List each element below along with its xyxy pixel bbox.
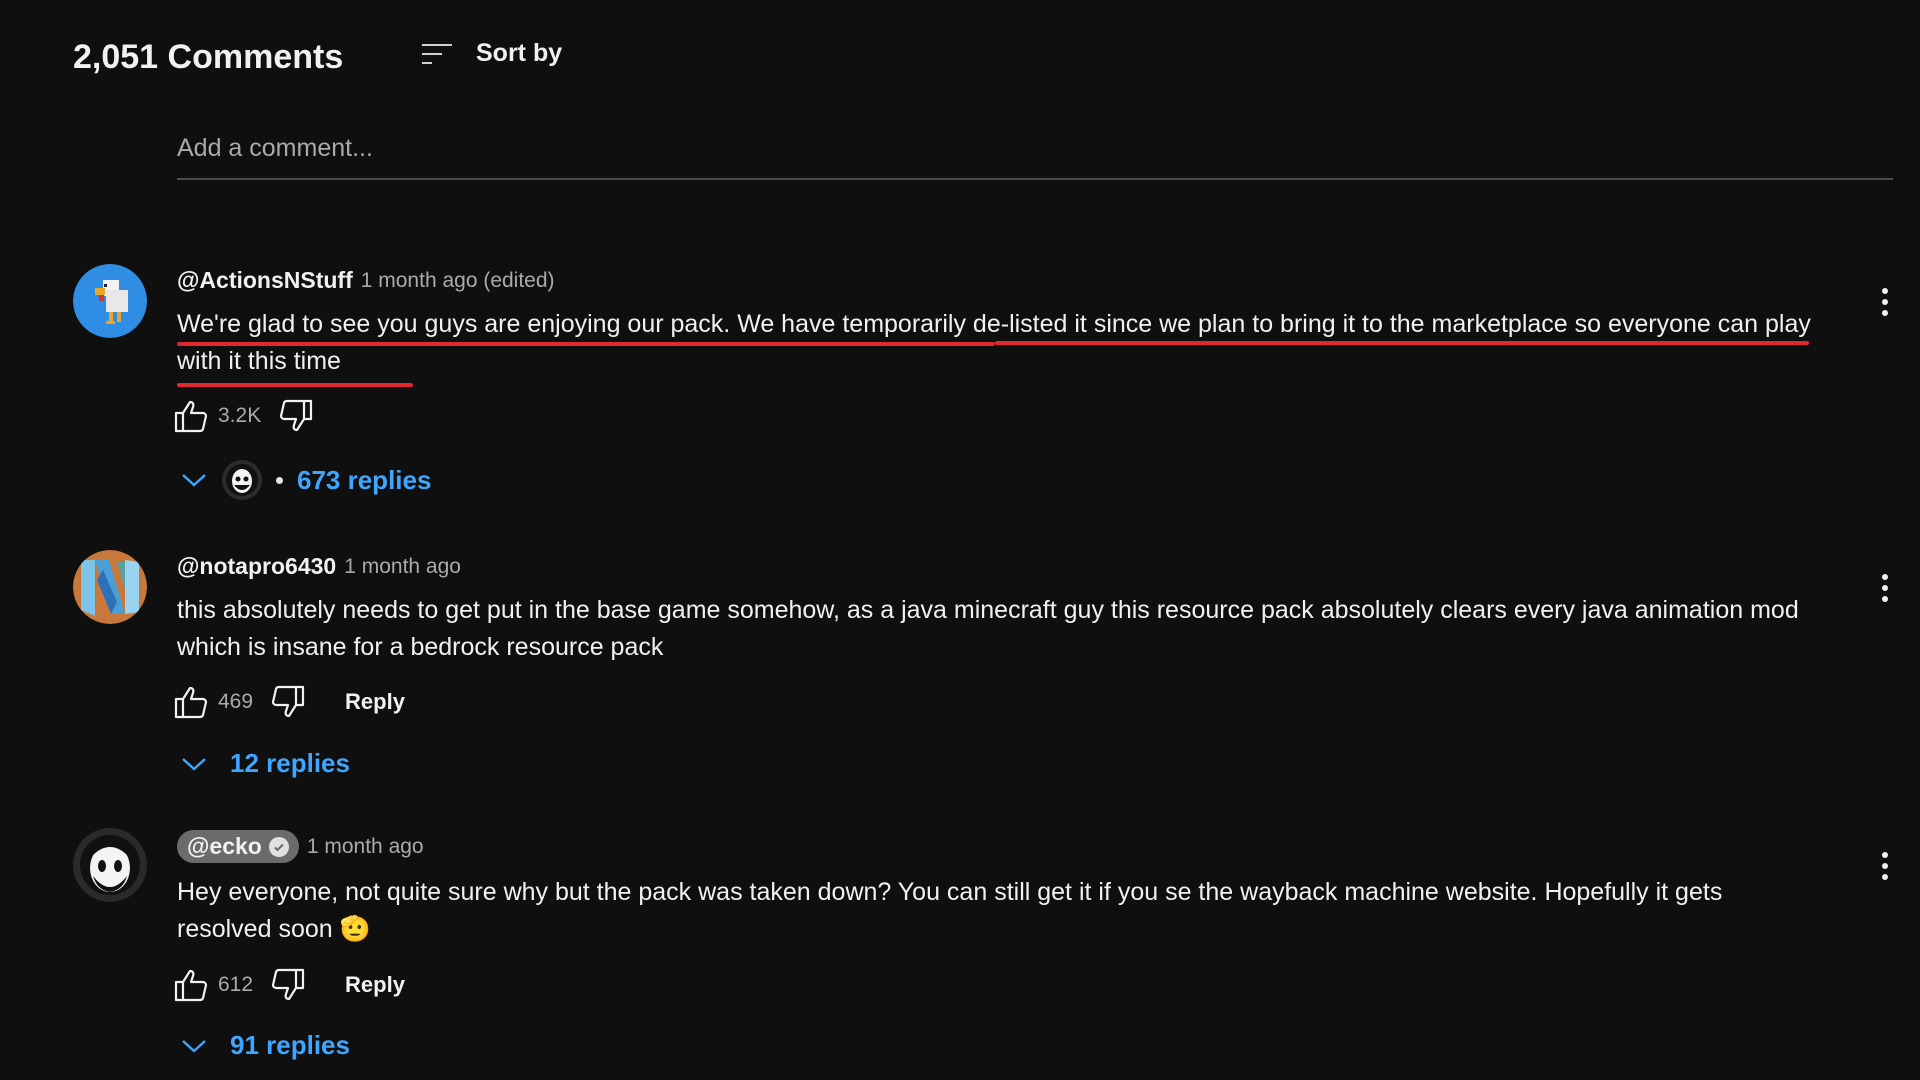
reply-button[interactable]: Reply xyxy=(345,972,405,998)
like-count: 612 xyxy=(218,973,254,996)
creator-reply-avatar xyxy=(222,460,262,500)
replies-count-label[interactable]: 91 replies xyxy=(230,1030,350,1061)
comment-text: this absolutely needs to get put in the … xyxy=(177,596,1799,661)
sort-lines-icon xyxy=(420,38,456,68)
like-count: 3.2K xyxy=(218,404,262,427)
verified-check-icon xyxy=(268,836,289,857)
avatar-notapro6430[interactable] xyxy=(73,550,147,624)
thumbs-down-icon xyxy=(271,685,305,718)
minecraft-chicken-avatar-icon xyxy=(73,264,147,338)
add-comment-field[interactable] xyxy=(177,132,1893,180)
avatar-actionsnstuff[interactable] xyxy=(73,264,147,338)
thumbs-up-icon xyxy=(174,686,208,719)
cartoon-bearded-face-icon xyxy=(226,464,258,496)
comment-header: @notapro6430 1 month ago xyxy=(177,553,461,580)
replies-count-label[interactable]: 673 replies xyxy=(297,465,431,496)
comment-actions-menu-icon[interactable] xyxy=(1872,568,1898,608)
comment-action-bar: 612 Reply xyxy=(172,965,405,1005)
chevron-down-icon xyxy=(182,1039,206,1053)
comment-text-body: Hey everyone, not quite sure why but the… xyxy=(177,878,1723,943)
like-button[interactable] xyxy=(172,682,212,722)
comment-count-title: 2,051 Comments xyxy=(73,38,344,76)
sort-by-label: Sort by xyxy=(476,38,563,67)
dislike-button[interactable] xyxy=(275,396,315,436)
comment-timestamp[interactable]: 1 month ago (edited) xyxy=(361,269,555,293)
view-replies-button[interactable]: 673 replies xyxy=(180,460,431,500)
comment-text: Hey everyone, not quite sure why but the… xyxy=(177,874,1817,948)
comment-author[interactable]: @notapro6430 xyxy=(177,553,336,580)
highlight-underline xyxy=(177,383,413,387)
dislike-button[interactable] xyxy=(267,965,307,1005)
highlight-underline xyxy=(177,342,995,346)
chevron-down-icon xyxy=(182,474,206,487)
abstract-n-avatar-icon xyxy=(73,550,147,624)
comment-author[interactable]: @ActionsNStuff xyxy=(177,267,353,294)
comment-action-bar: 3.2K xyxy=(172,396,315,436)
chevron-down-icon xyxy=(182,757,206,771)
separator-dot xyxy=(276,476,283,484)
like-count: 469 xyxy=(218,690,254,713)
creator-author-chip[interactable]: @ecko xyxy=(177,830,299,863)
avatar-ecko[interactable] xyxy=(73,828,147,902)
add-comment-input[interactable] xyxy=(177,132,1893,163)
view-replies-button[interactable]: 12 replies xyxy=(180,748,350,779)
reply-button[interactable]: Reply xyxy=(345,689,405,715)
comment-header: @ecko 1 month ago xyxy=(177,830,424,863)
view-replies-button[interactable]: 91 replies xyxy=(180,1030,350,1061)
comment-actions-menu-icon[interactable] xyxy=(1872,282,1898,322)
saluting-face-emoji-icon: 🫡 xyxy=(339,915,371,943)
comment-timestamp[interactable]: 1 month ago xyxy=(344,555,461,579)
comment-action-bar: 469 Reply xyxy=(172,682,405,722)
thumbs-up-icon xyxy=(174,400,208,433)
comment-timestamp[interactable]: 1 month ago xyxy=(307,835,424,859)
like-button[interactable] xyxy=(172,396,212,436)
like-button[interactable] xyxy=(172,965,212,1005)
replies-count-label[interactable]: 12 replies xyxy=(230,748,350,779)
thumbs-down-icon xyxy=(271,968,305,1001)
sort-by-button[interactable]: Sort by xyxy=(420,38,562,68)
highlight-underline xyxy=(995,341,1809,345)
comment-header: @ActionsNStuff 1 month ago (edited) xyxy=(177,267,555,294)
comment-actions-menu-icon[interactable] xyxy=(1872,846,1898,886)
thumbs-down-icon xyxy=(280,399,313,432)
thumbs-up-icon xyxy=(174,969,208,1002)
cartoon-bearded-face-avatar-icon xyxy=(73,828,147,902)
comment-author: @ecko xyxy=(187,833,262,859)
dislike-button[interactable] xyxy=(267,682,307,722)
